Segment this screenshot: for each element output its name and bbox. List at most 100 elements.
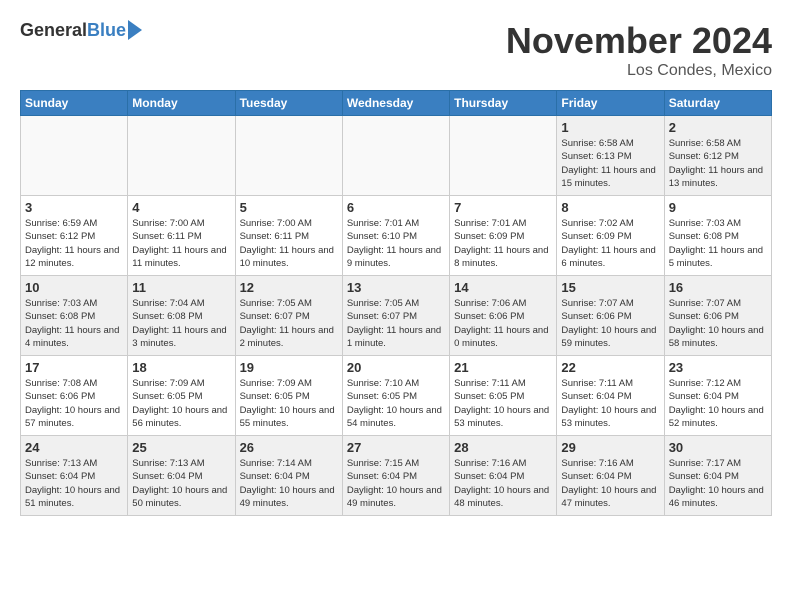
day-number: 13	[347, 280, 445, 295]
day-number: 10	[25, 280, 123, 295]
day-info: Sunrise: 7:05 AM Sunset: 6:07 PM Dayligh…	[347, 297, 445, 350]
calendar-cell: 29 Sunrise: 7:16 AM Sunset: 6:04 PM Dayli…	[557, 436, 664, 516]
calendar-cell	[235, 116, 342, 196]
calendar-table: SundayMondayTuesdayWednesdayThursdayFrid…	[20, 90, 772, 516]
day-number: 23	[669, 360, 767, 375]
day-info: Sunrise: 7:11 AM Sunset: 6:04 PM Dayligh…	[561, 377, 659, 430]
day-number: 29	[561, 440, 659, 455]
calendar-cell: 25 Sunrise: 7:13 AM Sunset: 6:04 PM Dayli…	[128, 436, 235, 516]
day-info: Sunrise: 6:58 AM Sunset: 6:13 PM Dayligh…	[561, 137, 659, 190]
day-info: Sunrise: 7:01 AM Sunset: 6:09 PM Dayligh…	[454, 217, 552, 270]
calendar-cell	[342, 116, 449, 196]
day-number: 2	[669, 120, 767, 135]
day-info: Sunrise: 7:12 AM Sunset: 6:04 PM Dayligh…	[669, 377, 767, 430]
day-info: Sunrise: 6:58 AM Sunset: 6:12 PM Dayligh…	[669, 137, 767, 190]
day-of-week-header: Wednesday	[342, 91, 449, 116]
day-info: Sunrise: 7:03 AM Sunset: 6:08 PM Dayligh…	[669, 217, 767, 270]
calendar-cell: 23 Sunrise: 7:12 AM Sunset: 6:04 PM Dayli…	[664, 356, 771, 436]
day-info: Sunrise: 7:00 AM Sunset: 6:11 PM Dayligh…	[240, 217, 338, 270]
calendar-cell: 21 Sunrise: 7:11 AM Sunset: 6:05 PM Dayli…	[450, 356, 557, 436]
day-number: 11	[132, 280, 230, 295]
day-info: Sunrise: 7:13 AM Sunset: 6:04 PM Dayligh…	[25, 457, 123, 510]
calendar-cell: 16 Sunrise: 7:07 AM Sunset: 6:06 PM Dayli…	[664, 276, 771, 356]
day-number: 4	[132, 200, 230, 215]
day-number: 7	[454, 200, 552, 215]
calendar-cell: 27Sunrise: 7:15 AM Sunset: 6:04 PM Dayli…	[342, 436, 449, 516]
location-subtitle: Los Condes, Mexico	[506, 62, 772, 80]
calendar-cell: 5 Sunrise: 7:00 AM Sunset: 6:11 PM Daylig…	[235, 196, 342, 276]
day-number: 14	[454, 280, 552, 295]
calendar-cell: 30 Sunrise: 7:17 AM Sunset: 6:04 PM Dayli…	[664, 436, 771, 516]
calendar-cell: 22 Sunrise: 7:11 AM Sunset: 6:04 PM Dayli…	[557, 356, 664, 436]
day-info: Sunrise: 7:13 AM Sunset: 6:04 PM Dayligh…	[132, 457, 230, 510]
day-info: Sunrise: 7:17 AM Sunset: 6:04 PM Dayligh…	[669, 457, 767, 510]
day-number: 26	[240, 440, 338, 455]
day-number: 22	[561, 360, 659, 375]
day-number: 28	[454, 440, 552, 455]
calendar-cell: 6Sunrise: 7:01 AM Sunset: 6:10 PM Daylig…	[342, 196, 449, 276]
calendar-cell: 10 Sunrise: 7:03 AM Sunset: 6:08 PM Dayli…	[21, 276, 128, 356]
title-block: November 2024 Los Condes, Mexico	[506, 20, 772, 80]
day-number: 16	[669, 280, 767, 295]
day-of-week-header: Sunday	[21, 91, 128, 116]
page-header: General Blue November 2024 Los Condes, M…	[20, 20, 772, 80]
day-number: 18	[132, 360, 230, 375]
day-info: Sunrise: 7:03 AM Sunset: 6:08 PM Dayligh…	[25, 297, 123, 350]
calendar-cell	[21, 116, 128, 196]
calendar-cell: 13 Sunrise: 7:05 AM Sunset: 6:07 PM Dayli…	[342, 276, 449, 356]
day-number: 5	[240, 200, 338, 215]
calendar-cell: 12 Sunrise: 7:05 AM Sunset: 6:07 PM Dayli…	[235, 276, 342, 356]
day-number: 3	[25, 200, 123, 215]
day-number: 25	[132, 440, 230, 455]
day-info: Sunrise: 7:07 AM Sunset: 6:06 PM Dayligh…	[561, 297, 659, 350]
calendar-cell: 7 Sunrise: 7:01 AM Sunset: 6:09 PM Daylig…	[450, 196, 557, 276]
day-of-week-header: Saturday	[664, 91, 771, 116]
day-number: 17	[25, 360, 123, 375]
day-info: Sunrise: 7:09 AM Sunset: 6:05 PM Dayligh…	[132, 377, 230, 430]
day-info: Sunrise: 7:06 AM Sunset: 6:06 PM Dayligh…	[454, 297, 552, 350]
day-number: 9	[669, 200, 767, 215]
day-info: Sunrise: 7:14 AM Sunset: 6:04 PM Dayligh…	[240, 457, 338, 510]
day-number: 21	[454, 360, 552, 375]
calendar-cell: 8 Sunrise: 7:02 AM Sunset: 6:09 PM Daylig…	[557, 196, 664, 276]
calendar-cell: 20Sunrise: 7:10 AM Sunset: 6:05 PM Dayli…	[342, 356, 449, 436]
calendar-cell: 24Sunrise: 7:13 AM Sunset: 6:04 PM Dayli…	[21, 436, 128, 516]
day-info: Sunrise: 6:59 AM Sunset: 6:12 PM Dayligh…	[25, 217, 123, 270]
day-of-week-header: Monday	[128, 91, 235, 116]
calendar-cell: 19 Sunrise: 7:09 AM Sunset: 6:05 PM Dayli…	[235, 356, 342, 436]
calendar-cell: 28Sunrise: 7:16 AM Sunset: 6:04 PM Dayli…	[450, 436, 557, 516]
day-number: 30	[669, 440, 767, 455]
logo: General Blue	[20, 20, 142, 41]
day-info: Sunrise: 7:10 AM Sunset: 6:05 PM Dayligh…	[347, 377, 445, 430]
day-info: Sunrise: 7:16 AM Sunset: 6:04 PM Dayligh…	[561, 457, 659, 510]
day-info: Sunrise: 7:04 AM Sunset: 6:08 PM Dayligh…	[132, 297, 230, 350]
day-number: 6	[347, 200, 445, 215]
day-of-week-header: Friday	[557, 91, 664, 116]
calendar-cell: 15Sunrise: 7:07 AM Sunset: 6:06 PM Dayli…	[557, 276, 664, 356]
calendar-cell: 9 Sunrise: 7:03 AM Sunset: 6:08 PM Daylig…	[664, 196, 771, 276]
calendar-cell: 4Sunrise: 7:00 AM Sunset: 6:11 PM Daylig…	[128, 196, 235, 276]
calendar-cell: 14 Sunrise: 7:06 AM Sunset: 6:06 PM Dayli…	[450, 276, 557, 356]
day-number: 1	[561, 120, 659, 135]
day-info: Sunrise: 7:07 AM Sunset: 6:06 PM Dayligh…	[669, 297, 767, 350]
day-info: Sunrise: 7:05 AM Sunset: 6:07 PM Dayligh…	[240, 297, 338, 350]
logo-arrow-icon	[128, 20, 142, 40]
calendar-cell	[450, 116, 557, 196]
day-info: Sunrise: 7:11 AM Sunset: 6:05 PM Dayligh…	[454, 377, 552, 430]
day-info: Sunrise: 7:08 AM Sunset: 6:06 PM Dayligh…	[25, 377, 123, 430]
month-title: November 2024	[506, 20, 772, 62]
calendar-cell: 2 Sunrise: 6:58 AM Sunset: 6:12 PM Daylig…	[664, 116, 771, 196]
day-of-week-header: Thursday	[450, 91, 557, 116]
calendar-cell: 17 Sunrise: 7:08 AM Sunset: 6:06 PM Dayli…	[21, 356, 128, 436]
day-number: 8	[561, 200, 659, 215]
day-info: Sunrise: 7:09 AM Sunset: 6:05 PM Dayligh…	[240, 377, 338, 430]
day-info: Sunrise: 7:02 AM Sunset: 6:09 PM Dayligh…	[561, 217, 659, 270]
day-number: 12	[240, 280, 338, 295]
calendar-cell: 1 Sunrise: 6:58 AM Sunset: 6:13 PM Daylig…	[557, 116, 664, 196]
day-info: Sunrise: 7:15 AM Sunset: 6:04 PM Dayligh…	[347, 457, 445, 510]
logo-general-text: General	[20, 20, 87, 41]
day-number: 19	[240, 360, 338, 375]
calendar-cell: 18 Sunrise: 7:09 AM Sunset: 6:05 PM Dayli…	[128, 356, 235, 436]
calendar-cell: 3 Sunrise: 6:59 AM Sunset: 6:12 PM Daylig…	[21, 196, 128, 276]
calendar-cell	[128, 116, 235, 196]
